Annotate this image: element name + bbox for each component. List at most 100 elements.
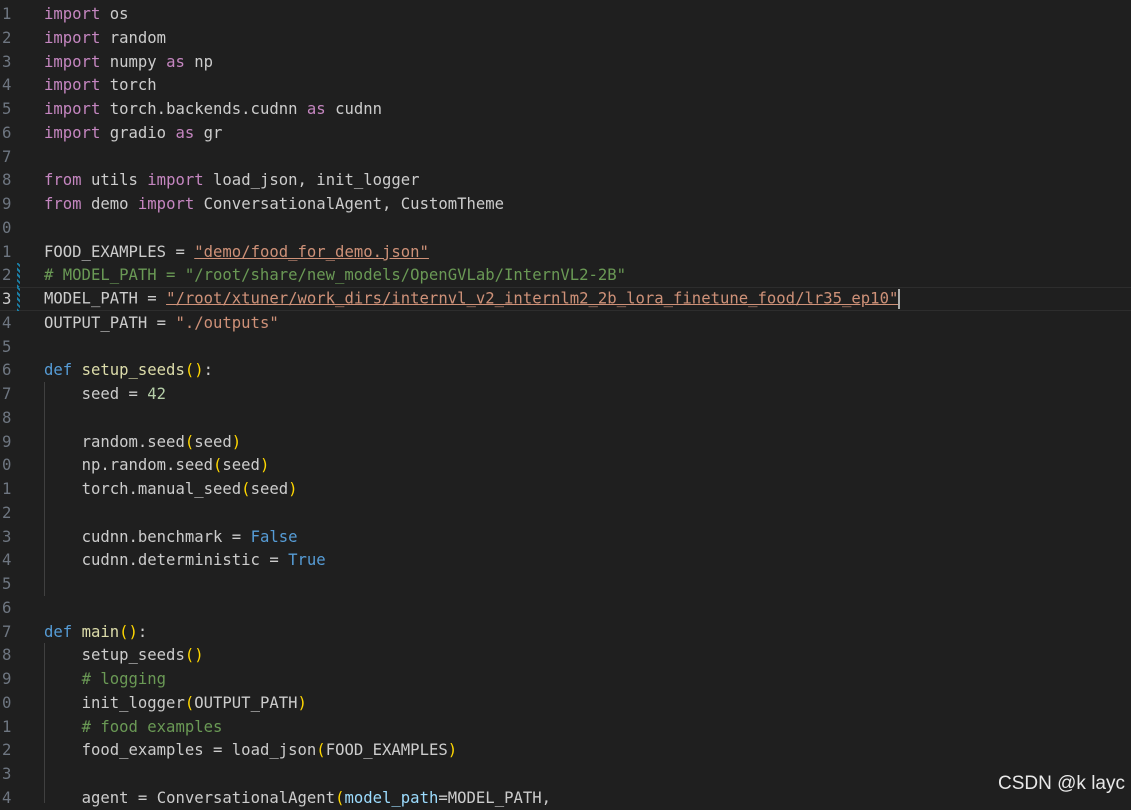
constant: True bbox=[288, 550, 326, 569]
call: torch.manual_seed bbox=[81, 479, 242, 498]
code-line: 5 bbox=[0, 335, 1131, 359]
variable: food_examples bbox=[81, 740, 204, 759]
number-literal: 42 bbox=[147, 384, 167, 403]
code-line: 7 seed = 42 bbox=[0, 382, 1131, 406]
watermark: CSDN @k layc bbox=[998, 773, 1125, 794]
operator: = bbox=[128, 788, 157, 807]
code-line: 9 from demo import ConversationalAgent, … bbox=[0, 192, 1131, 216]
variable: OUTPUT_PATH bbox=[44, 313, 148, 332]
code-line: 0 np.random.seed(seed) bbox=[2, 455, 270, 474]
operator: = bbox=[203, 740, 232, 759]
code-line: 7 def main(): bbox=[2, 622, 148, 641]
module-name: random bbox=[109, 28, 167, 47]
operator: = bbox=[259, 550, 289, 569]
line-number: 3 bbox=[2, 289, 12, 308]
line-number: 0 bbox=[2, 693, 12, 712]
code-editor[interactable]: 1 import os 2 import random 3 import num… bbox=[0, 0, 1131, 807]
code-line: 2 # MODEL_PATH = "/root/share/new_models… bbox=[0, 263, 1131, 287]
line-number: 0 bbox=[2, 218, 12, 237]
argument: seed bbox=[250, 479, 289, 498]
module-name: utils bbox=[90, 170, 138, 189]
keyword: as bbox=[175, 123, 195, 142]
code-line: 9 random.seed(seed) bbox=[2, 432, 242, 451]
alias-name: np bbox=[194, 52, 214, 71]
alias-name: gr bbox=[203, 123, 223, 142]
keyword: import bbox=[44, 99, 101, 118]
line-number: 6 bbox=[2, 598, 12, 617]
line-number: 1 bbox=[2, 4, 12, 23]
call: setup_seeds bbox=[81, 645, 185, 664]
code-line: 5 import torch.backends.cudnn as cudnn bbox=[0, 97, 1131, 121]
variable: FOOD_EXAMPLES bbox=[44, 242, 167, 261]
line-number: 8 bbox=[2, 645, 12, 664]
line-number: 6 bbox=[2, 123, 12, 142]
line-number: 5 bbox=[2, 337, 12, 356]
code-line: 2 food_examples = load_json(FOOD_EXAMPLE… bbox=[2, 740, 458, 759]
call: random.seed bbox=[81, 432, 185, 451]
argument: OUTPUT_PATH bbox=[194, 693, 298, 712]
line-number: 4 bbox=[2, 550, 12, 569]
code-line-current[interactable]: 3 MODEL_PATH = "/root/xtuner/work_dirs/i… bbox=[0, 287, 1131, 311]
code-line: 8 bbox=[0, 406, 1131, 430]
operator: = bbox=[119, 384, 148, 403]
code-line: 4 OUTPUT_PATH = "./outputs" bbox=[0, 311, 1131, 335]
line-number: 4 bbox=[2, 788, 12, 807]
module-name: torch bbox=[109, 75, 157, 94]
modified-indicator bbox=[17, 287, 20, 311]
module-name: gradio bbox=[109, 123, 167, 142]
keyword: import bbox=[44, 28, 101, 47]
argument: seed bbox=[194, 432, 232, 451]
call: init_logger bbox=[81, 693, 185, 712]
comment: # food examples bbox=[81, 717, 223, 736]
line-number: 9 bbox=[2, 432, 12, 451]
attribute: cudnn.deterministic bbox=[81, 550, 260, 569]
line-number: 3 bbox=[2, 764, 12, 783]
function-name: main bbox=[81, 622, 120, 641]
string-literal: "/root/xtuner/work_dirs/internvl_v2_inte… bbox=[166, 289, 899, 308]
line-number: 2 bbox=[2, 503, 12, 522]
line-number: 6 bbox=[2, 360, 12, 379]
keyword: def bbox=[44, 360, 73, 379]
module-name: demo bbox=[90, 194, 129, 213]
operator: = bbox=[137, 289, 167, 308]
line-number: 2 bbox=[2, 740, 12, 759]
call: ConversationalAgent bbox=[156, 788, 336, 807]
keyword: from bbox=[44, 194, 82, 213]
variable: seed bbox=[81, 384, 120, 403]
operator: = bbox=[166, 242, 195, 261]
code-line: 5 bbox=[0, 572, 1131, 596]
line-number: 7 bbox=[2, 622, 12, 641]
code-line: 0 bbox=[0, 216, 1131, 240]
keyword: import bbox=[44, 4, 101, 23]
line-number: 1 bbox=[2, 717, 12, 736]
code-line: 4 cudnn.deterministic = True bbox=[0, 548, 1131, 572]
argument: FOOD_EXAMPLES bbox=[325, 740, 448, 759]
code-line: 1 FOOD_EXAMPLES = "demo/food_for_demo.js… bbox=[0, 240, 1131, 264]
keyword: as bbox=[306, 99, 326, 118]
module-name: torch.backends.cudnn bbox=[109, 99, 298, 118]
line-number: 2 bbox=[2, 265, 12, 284]
indent-guide bbox=[44, 382, 45, 596]
line-number: 8 bbox=[2, 408, 12, 427]
import-names: ConversationalAgent, CustomTheme bbox=[203, 194, 505, 213]
line-number: 4 bbox=[2, 313, 12, 332]
keyword: import bbox=[44, 52, 101, 71]
string-literal: "demo/food_for_demo.json" bbox=[194, 242, 429, 261]
call: load_json bbox=[231, 740, 317, 759]
code-line: 8 setup_seeds() bbox=[2, 645, 204, 664]
line-number: 5 bbox=[2, 574, 12, 593]
line-number: 9 bbox=[2, 194, 12, 213]
operator: = bbox=[222, 527, 251, 546]
keyword: import bbox=[44, 75, 101, 94]
code-line: 9 # logging bbox=[0, 667, 1131, 691]
module-name: numpy bbox=[109, 52, 157, 71]
keyword: as bbox=[166, 52, 185, 71]
line-number: 8 bbox=[2, 170, 12, 189]
line-number: 2 bbox=[2, 28, 12, 47]
keyword: from bbox=[44, 170, 82, 189]
attribute: cudnn.benchmark bbox=[81, 527, 223, 546]
variable: MODEL_PATH bbox=[44, 289, 138, 308]
code-line: 1 import os bbox=[0, 2, 1131, 26]
line-number: 7 bbox=[2, 384, 12, 403]
code-line: 3 import numpy as np bbox=[0, 50, 1131, 74]
